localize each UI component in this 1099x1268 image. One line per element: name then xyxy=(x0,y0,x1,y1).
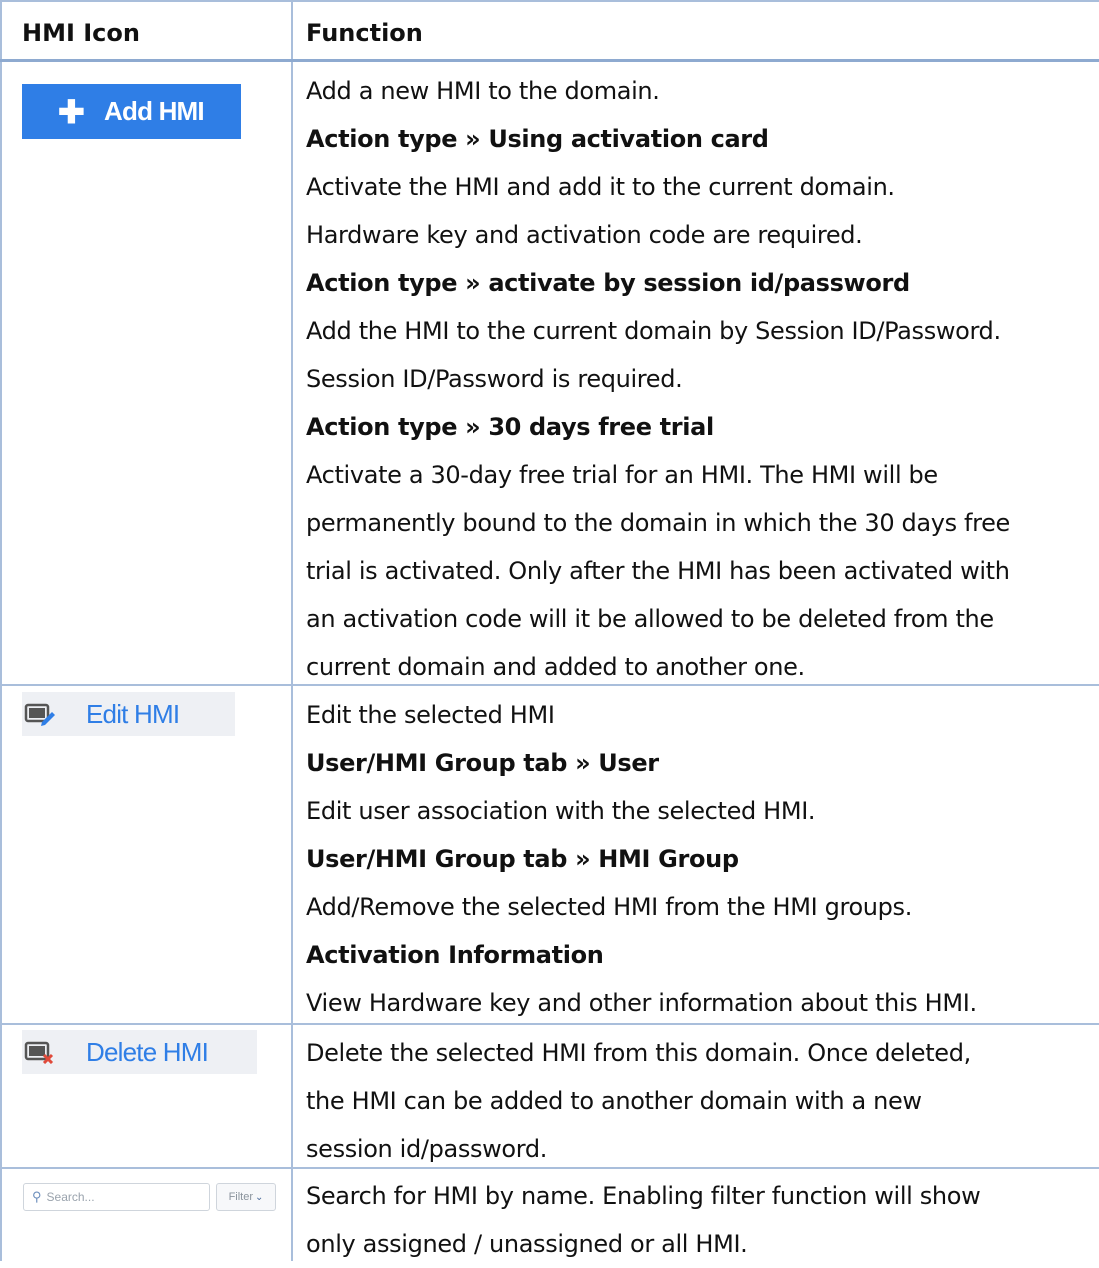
desc-line: Activate the HMI and add it to the curre… xyxy=(306,173,895,201)
search-filter-widget: ⚲ Search... Filter ⌄ xyxy=(23,1182,277,1212)
header-hmi-icon: HMI Icon xyxy=(22,19,140,47)
desc-heading: Action type » 30 days free trial xyxy=(306,413,714,441)
add-hmi-label: Add HMI xyxy=(104,96,205,126)
desc-line: Activate a 30-day free trial for an HMI.… xyxy=(306,461,938,489)
desc-line: an activation code will it be allowed to… xyxy=(306,605,994,633)
desc-line: Search for HMI by name. Enabling filter … xyxy=(306,1182,981,1210)
desc-line: Hardware key and activation code are req… xyxy=(306,221,863,249)
search-description: Search for HMI by name. Enabling filter … xyxy=(306,1172,1096,1268)
add-hmi-button[interactable]: ✚ Add HMI xyxy=(22,84,241,139)
desc-heading: Action type » activate by session id/pas… xyxy=(306,269,910,297)
desc-line: session id/password. xyxy=(306,1135,548,1163)
row-divider xyxy=(0,1023,1099,1025)
desc-heading: User/HMI Group tab » User xyxy=(306,749,659,777)
desc-line: Delete the selected HMI from this domain… xyxy=(306,1039,971,1067)
desc-line: Edit user association with the selected … xyxy=(306,797,816,825)
filter-label: Filter xyxy=(228,1191,254,1203)
add-hmi-description: Add a new HMI to the domain. Action type… xyxy=(306,67,1096,691)
delete-hmi-description: Delete the selected HMI from this domain… xyxy=(306,1029,1096,1173)
filter-dropdown-button[interactable]: Filter ⌄ xyxy=(216,1183,276,1211)
search-icon: ⚲ xyxy=(32,1189,42,1204)
row-divider xyxy=(0,684,1099,686)
desc-heading: Activation Information xyxy=(306,941,604,969)
desc-line: permanently bound to the domain in which… xyxy=(306,509,1010,537)
chevron-down-icon: ⌄ xyxy=(255,1191,264,1203)
table-left-border xyxy=(0,0,2,1261)
table-header-row: HMI Icon Function xyxy=(0,0,1099,62)
edit-hmi-label: Edit HMI xyxy=(86,698,180,729)
column-divider xyxy=(291,0,293,1261)
desc-line: Edit the selected HMI xyxy=(306,701,555,729)
delete-hmi-icon xyxy=(24,1041,54,1064)
edit-hmi-icon xyxy=(24,703,55,726)
hmi-icon-function-table: HMI Icon Function ✚ Add HMI Add a new HM… xyxy=(0,0,1099,1261)
desc-heading: User/HMI Group tab » HMI Group xyxy=(306,845,739,873)
desc-line: Add the HMI to the current domain by Ses… xyxy=(306,317,1001,345)
edit-hmi-button[interactable]: Edit HMI xyxy=(22,692,235,736)
desc-line: View Hardware key and other information … xyxy=(306,989,977,1017)
row-divider xyxy=(0,1167,1099,1169)
desc-line: trial is activated. Only after the HMI h… xyxy=(306,557,1010,585)
search-placeholder: Search... xyxy=(46,1190,95,1204)
header-function: Function xyxy=(306,19,423,47)
desc-line: Add a new HMI to the domain. xyxy=(306,77,660,105)
desc-heading: Action type » Using activation card xyxy=(306,125,769,153)
desc-line: the HMI can be added to another domain w… xyxy=(306,1087,922,1115)
delete-hmi-button[interactable]: Delete HMI xyxy=(22,1030,257,1074)
edit-hmi-description: Edit the selected HMI User/HMI Group tab… xyxy=(306,691,1096,1027)
search-input[interactable]: ⚲ Search... xyxy=(23,1183,210,1211)
desc-line: Add/Remove the selected HMI from the HMI… xyxy=(306,893,912,921)
delete-hmi-label: Delete HMI xyxy=(86,1036,209,1067)
desc-line: Session ID/Password is required. xyxy=(306,365,683,393)
plus-icon: ✚ xyxy=(58,93,85,130)
